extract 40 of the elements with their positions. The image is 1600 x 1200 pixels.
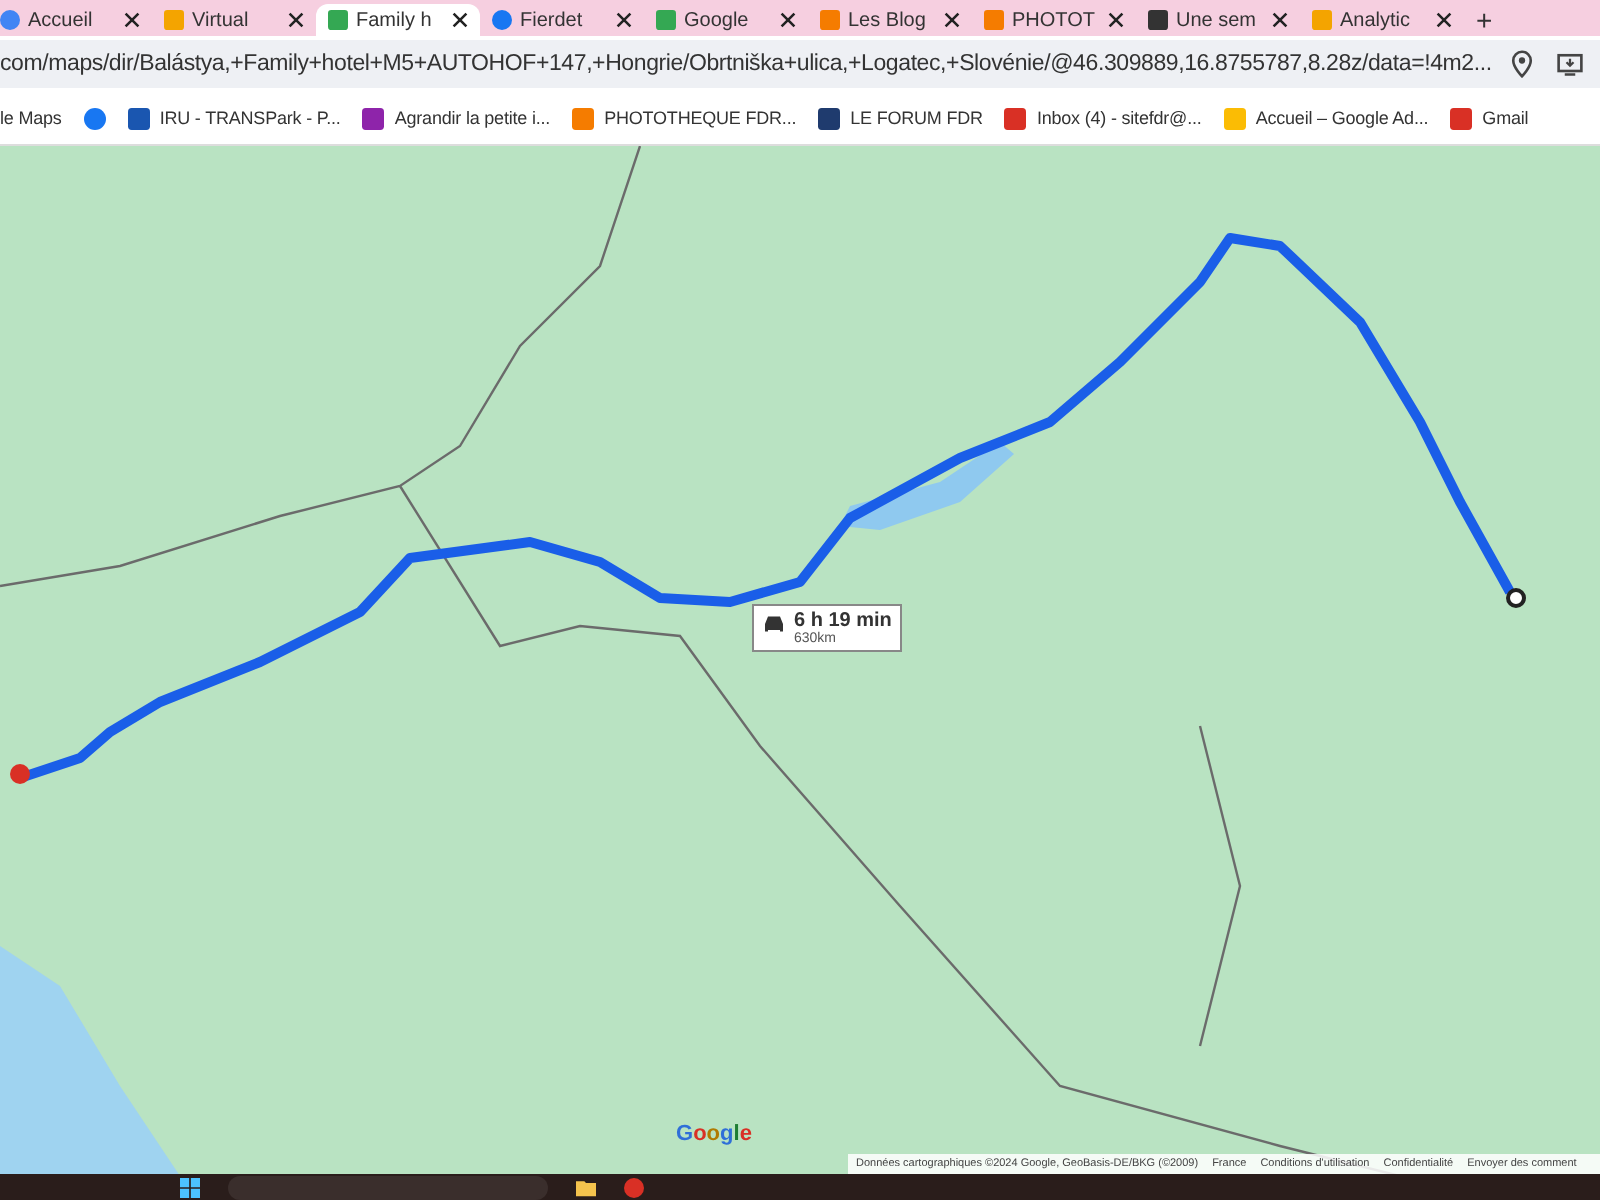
car-icon (762, 614, 786, 634)
origin-marker[interactable] (1506, 588, 1526, 608)
browser-tab[interactable]: Family h (316, 4, 480, 36)
location-pin-icon[interactable] (1507, 50, 1536, 78)
close-icon[interactable] (616, 12, 632, 28)
bookmark-link[interactable]: LE FORUM FDR (818, 107, 983, 129)
bookmark-link[interactable]: Gmail (1450, 107, 1529, 129)
browser-tab[interactable]: Les Blog (808, 4, 972, 36)
browser-tab[interactable]: Virtual (152, 4, 316, 36)
bookmark-link[interactable]: Accueil – Google Ad... (1223, 107, 1429, 129)
windows-icon[interactable] (180, 1178, 200, 1198)
browser-tab[interactable]: Une sem (1136, 4, 1300, 36)
browser-tab[interactable]: Google (644, 4, 808, 36)
close-icon[interactable] (944, 12, 960, 28)
folder-icon[interactable] (576, 1178, 596, 1198)
bookmark-link[interactable]: le Maps (0, 108, 62, 128)
browser-tab[interactable]: Analytic (1300, 4, 1464, 36)
new-tab-button[interactable]: + (1464, 4, 1505, 36)
close-icon[interactable] (1108, 12, 1124, 28)
destination-marker[interactable] (10, 764, 30, 784)
close-icon[interactable] (452, 12, 468, 28)
browser-tab[interactable]: PHOTOT (972, 4, 1136, 36)
bookmark-link[interactable]: IRU - TRANSPark - P... (127, 107, 341, 129)
close-icon[interactable] (1436, 12, 1452, 28)
browser-tab[interactable]: Accueil (0, 4, 152, 36)
close-icon[interactable] (780, 12, 796, 28)
browser-icon[interactable] (624, 1178, 644, 1198)
bookmark-link[interactable]: PHOTOTHEQUE FDR... (572, 107, 797, 129)
close-icon[interactable] (288, 12, 304, 28)
install-app-icon[interactable] (1555, 50, 1584, 78)
bookmark-link[interactable]: Inbox (4) - sitefdr@... (1004, 107, 1202, 129)
close-icon[interactable] (1272, 12, 1288, 28)
bookmark-link[interactable]: Agrandir la petite i... (362, 107, 551, 129)
close-icon[interactable] (124, 12, 140, 28)
url-text: com/maps/dir/Balástya,+Family+hotel+M5+AUTOHOF+147,+Hongrie/Obrtniška+ulica,+Logatec,+Slovénie/@46.309889,16.8755787,8.28z/data=!4m2... (0, 52, 1492, 76)
google-logo: Google (676, 1122, 752, 1146)
taskbar-search-field[interactable] (228, 1176, 548, 1200)
browser-tab[interactable]: Fierdet (480, 4, 644, 36)
route-duration: 6 h 19 min (794, 610, 892, 632)
address-field[interactable]: com/maps/dir/Balástya,+Family+hotel+M5+AUTOHOF+147,+Hongrie/Obrtniška+ulica,+Logatec,+Slovénie/@46.309889,16.8755787,8.28z/data=!4m2... (0, 40, 1600, 88)
